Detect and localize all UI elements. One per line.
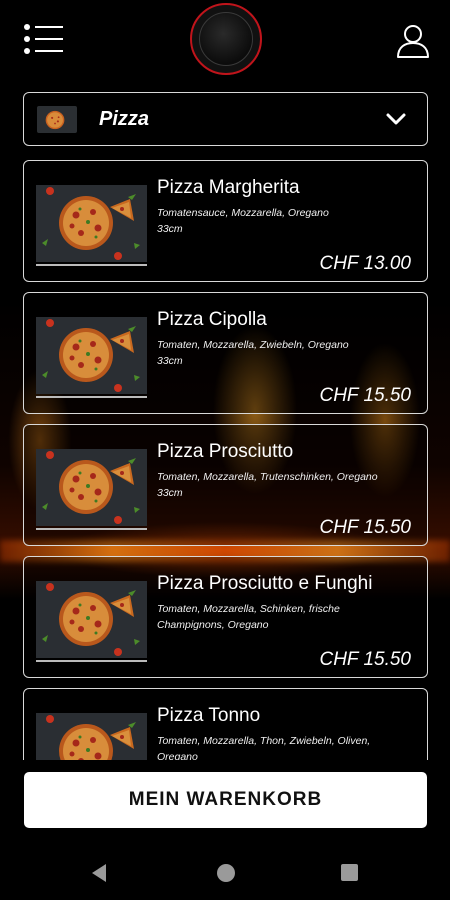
product-name: Pizza Margherita (157, 177, 300, 198)
product-description: Tomaten, Mozzarella, Trutenschinken, Ore… (157, 471, 378, 499)
image-divider (36, 264, 147, 266)
pizza-image (36, 449, 147, 526)
pizza-image (36, 581, 147, 658)
product-description: Tomaten, Mozzarella, Schinken, frische C… (157, 603, 340, 631)
product-name: Pizza Prosciutto e Funghi (157, 573, 373, 594)
category-label: Pizza (99, 108, 150, 130)
product-name: Pizza Cipolla (157, 309, 267, 330)
user-icon[interactable] (394, 22, 432, 60)
image-divider (36, 396, 147, 398)
app-screen: Pizza Pizza Margherita Tomatensauce, Moz… (0, 0, 450, 900)
product-name: Pizza Prosciutto (157, 441, 294, 462)
menu-list-icon[interactable] (22, 24, 64, 56)
product-description: Tomaten, Mozzarella, Zwiebeln, Oregano 3… (157, 339, 349, 367)
product-card[interactable]: Pizza Cipolla Tomaten, Mozzarella, Zwieb… (23, 292, 428, 414)
product-card[interactable]: Pizza Margherita Tomatensauce, Mozzarell… (23, 160, 428, 282)
product-name: Pizza Tonno (157, 705, 261, 726)
category-dropdown[interactable]: Pizza (23, 92, 428, 146)
product-price: CHF 15.50 (319, 385, 411, 406)
cart-button[interactable]: MEIN WARENKORB (24, 772, 427, 828)
pizza-image (36, 713, 147, 760)
image-divider (36, 528, 147, 530)
product-price: CHF 15.50 (319, 517, 411, 538)
header (0, 0, 450, 80)
back-icon[interactable] (92, 864, 106, 882)
product-card[interactable]: Pizza Prosciutto e Funghi Tomaten, Mozza… (23, 556, 428, 678)
chevron-down-icon (386, 113, 406, 125)
product-description: Tomaten, Mozzarella, Thon, Zwiebeln, Oli… (157, 735, 371, 760)
home-icon[interactable] (217, 864, 235, 882)
product-description: Tomatensauce, Mozzarella, Oregano 33cm (157, 207, 329, 235)
product-price: CHF 15.50 (319, 649, 411, 670)
recent-apps-icon[interactable] (341, 864, 358, 881)
restaurant-logo[interactable] (190, 3, 262, 75)
system-navbar (0, 845, 450, 900)
pizza-image (36, 317, 147, 394)
image-divider (36, 660, 147, 662)
cart-button-label: MEIN WARENKORB (128, 789, 323, 810)
category-thumbnail (37, 106, 77, 133)
product-list[interactable]: Pizza Margherita Tomatensauce, Mozzarell… (0, 160, 450, 760)
product-card[interactable]: Pizza Prosciutto Tomaten, Mozzarella, Tr… (23, 424, 428, 546)
pizza-image (36, 185, 147, 262)
logo-emblem (199, 12, 253, 66)
product-price: CHF 13.00 (319, 253, 411, 274)
product-card[interactable]: Pizza Tonno Tomaten, Mozzarella, Thon, Z… (23, 688, 428, 760)
